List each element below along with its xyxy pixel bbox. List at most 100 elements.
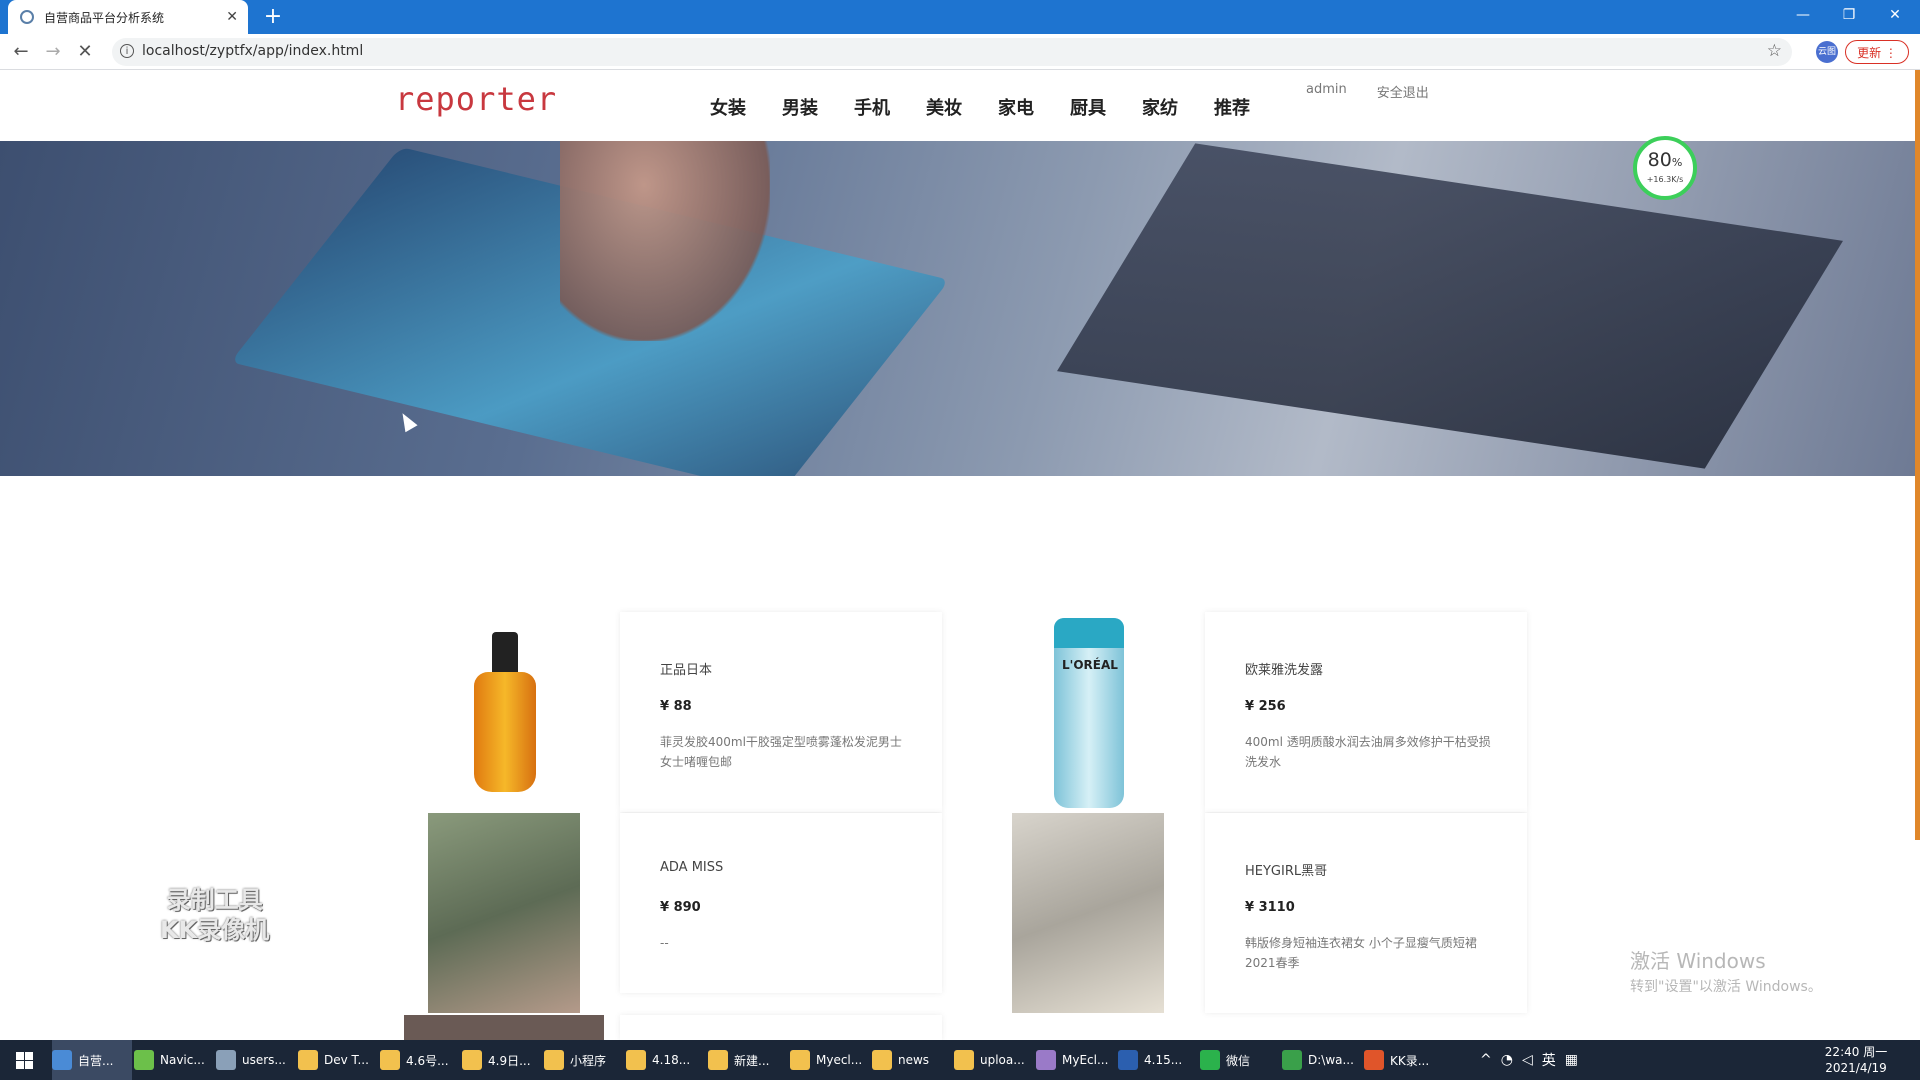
close-window-icon[interactable]: ✕ bbox=[1872, 0, 1918, 34]
taskbar-item[interactable]: Dev T... bbox=[298, 1040, 378, 1080]
taskbar-item-label: 微信 bbox=[1226, 1053, 1251, 1068]
tab-title: 自营商品平台分析系统 bbox=[44, 10, 165, 25]
bookmark-star-icon[interactable]: ☆ bbox=[1767, 41, 1782, 61]
product-card[interactable]: ADA MISS ¥ 890 -- bbox=[620, 813, 942, 993]
watermark-line1: 录制工具 bbox=[166, 886, 263, 914]
tray-chevron-icon[interactable]: ^ bbox=[1480, 1052, 1492, 1068]
taskbar-item[interactable]: 新建... bbox=[708, 1040, 788, 1080]
nav-item-mens[interactable]: 男装 bbox=[782, 94, 854, 120]
taskbar-app-icon bbox=[626, 1050, 646, 1070]
tray-volume-icon[interactable]: ◁ bbox=[1522, 1052, 1533, 1068]
banner-hand-shape bbox=[560, 141, 770, 341]
product-image[interactable] bbox=[404, 612, 604, 812]
ime-indicator[interactable]: 英 bbox=[1542, 1050, 1556, 1070]
nav-item-recommended[interactable]: 推荐 bbox=[1214, 94, 1286, 120]
taskbar-item-label: uploa... bbox=[980, 1053, 1025, 1067]
shampoo-bottle-icon: L'ORÉAL bbox=[1054, 618, 1124, 808]
taskbar-item[interactable]: 微信 bbox=[1200, 1040, 1280, 1080]
logout-link[interactable]: 安全退出 bbox=[1377, 82, 1429, 101]
taskbar-item[interactable]: 自营... bbox=[52, 1040, 132, 1080]
taskbar-item-label: Myecl... bbox=[816, 1053, 863, 1067]
taskbar-item[interactable]: Myecl... bbox=[790, 1040, 870, 1080]
product-name[interactable]: 欧莱雅洗发露 bbox=[1245, 659, 1323, 678]
product-image[interactable] bbox=[988, 813, 1188, 1013]
windows-activation-watermark: 激活 Windows 转到"设置"以激活 Windows。 bbox=[1630, 945, 1822, 996]
product-desc: 菲灵发胶400ml干胶强定型喷雾蓬松发泥男士女士啫喱包邮 bbox=[660, 735, 902, 769]
windows-start-icon[interactable] bbox=[0, 1040, 46, 1080]
watermark-line2: KK录像机 bbox=[160, 916, 270, 944]
username-link[interactable]: admin bbox=[1306, 82, 1347, 101]
nav-item-womens[interactable]: 女装 bbox=[710, 94, 782, 120]
taskbar-item[interactable]: 小程序 bbox=[544, 1040, 624, 1080]
clock-time: 22:40 周一 bbox=[1824, 1045, 1888, 1059]
extension-icon[interactable]: 云图 bbox=[1816, 41, 1838, 63]
taskbar-app-icon bbox=[1364, 1050, 1384, 1070]
back-icon[interactable]: ← bbox=[8, 40, 34, 64]
page-scrollbar[interactable] bbox=[1915, 70, 1920, 840]
activation-title: 激活 Windows bbox=[1630, 949, 1766, 973]
product-photo bbox=[428, 813, 580, 1013]
banner-laptop-shape bbox=[1057, 143, 1843, 469]
product-card[interactable]: HEYGIRL黑哥 ¥ 3110 韩版修身短袖连衣裙女 小个子显瘦气质短裙202… bbox=[1205, 813, 1527, 1013]
product-name[interactable]: 正品日本 bbox=[660, 659, 712, 678]
taskbar-item[interactable]: users... bbox=[216, 1040, 296, 1080]
taskbar-app-icon bbox=[298, 1050, 318, 1070]
tray-network-icon[interactable]: ◔ bbox=[1501, 1052, 1513, 1068]
taskbar-item[interactable]: KK录... bbox=[1364, 1040, 1444, 1080]
taskbar-item[interactable]: Navic... bbox=[134, 1040, 214, 1080]
product-card[interactable]: 正品日本 ¥ 88 菲灵发胶400ml干胶强定型喷雾蓬松发泥男士女士啫喱包邮 bbox=[620, 612, 942, 812]
taskbar-item-label: 新建... bbox=[734, 1053, 770, 1068]
nav-item-kitchen[interactable]: 厨具 bbox=[1070, 94, 1142, 120]
speed-percent: 80 bbox=[1647, 149, 1672, 171]
update-button[interactable]: 更新 ⋮ bbox=[1845, 40, 1909, 64]
taskbar-item[interactable]: MyEcl... bbox=[1036, 1040, 1116, 1080]
system-tray: ^ ◔ ◁ 英 ▦ bbox=[1480, 1040, 1587, 1080]
taskbar-item[interactable]: 4.18... bbox=[626, 1040, 706, 1080]
url-text[interactable]: localhost/zyptfx/app/index.html bbox=[142, 43, 363, 59]
browser-tab-strip: 自营商品平台分析系统 ✕ + — ❐ ✕ bbox=[0, 0, 1920, 34]
taskbar-item[interactable]: uploa... bbox=[954, 1040, 1034, 1080]
url-field[interactable]: i localhost/zyptfx/app/index.html ☆ bbox=[112, 38, 1792, 66]
taskbar-item[interactable]: 4.6号... bbox=[380, 1040, 460, 1080]
product-name[interactable]: ADA MISS bbox=[660, 860, 723, 875]
taskbar-app-icon bbox=[380, 1050, 400, 1070]
taskbar-item-label: 小程序 bbox=[570, 1053, 607, 1068]
taskbar-item[interactable]: D:\wa... bbox=[1282, 1040, 1362, 1080]
forward-icon[interactable]: → bbox=[40, 40, 66, 64]
taskbar-item[interactable]: 4.15... bbox=[1118, 1040, 1198, 1080]
restore-icon[interactable]: ❐ bbox=[1826, 0, 1872, 34]
site-logo[interactable]: reporter bbox=[395, 80, 557, 118]
product-name[interactable]: HEYGIRL黑哥 bbox=[1245, 860, 1327, 879]
product-image[interactable]: L'ORÉAL bbox=[988, 612, 1188, 812]
taskbar-clock[interactable]: 22:40 周一 2021/4/19 bbox=[1820, 1044, 1892, 1076]
product-card[interactable] bbox=[620, 1015, 942, 1040]
keyboard-icon[interactable]: ▦ bbox=[1565, 1052, 1578, 1068]
site-info-icon[interactable]: i bbox=[120, 44, 134, 58]
network-speed-widget[interactable]: 80% +16.3K/s bbox=[1633, 136, 1697, 200]
product-price: ¥ 88 bbox=[660, 699, 692, 714]
minimize-icon[interactable]: — bbox=[1780, 0, 1826, 34]
product-price: ¥ 890 bbox=[660, 900, 701, 915]
taskbar-item-label: users... bbox=[242, 1053, 286, 1067]
nav-item-beauty[interactable]: 美妆 bbox=[926, 94, 998, 120]
hero-banner-image bbox=[0, 141, 1915, 476]
taskbar-app-icon bbox=[790, 1050, 810, 1070]
close-tab-icon[interactable]: ✕ bbox=[226, 9, 238, 25]
address-bar-row: ← → ✕ i localhost/zyptfx/app/index.html … bbox=[0, 34, 1920, 70]
new-tab-button[interactable]: + bbox=[260, 4, 286, 30]
product-image[interactable] bbox=[404, 813, 604, 1013]
taskbar-app-icon bbox=[1118, 1050, 1138, 1070]
taskbar-item[interactable]: 4.9日... bbox=[462, 1040, 542, 1080]
nav-item-phones[interactable]: 手机 bbox=[854, 94, 926, 120]
taskbar-item[interactable]: news bbox=[872, 1040, 952, 1080]
taskbar-app-icon bbox=[1282, 1050, 1302, 1070]
taskbar-item-label: MyEcl... bbox=[1062, 1053, 1109, 1067]
speed-rate: +16.3K/s bbox=[1646, 175, 1684, 184]
nav-item-appliances[interactable]: 家电 bbox=[998, 94, 1070, 120]
stop-loading-icon[interactable]: ✕ bbox=[72, 40, 98, 64]
taskbar-app-icon bbox=[216, 1050, 236, 1070]
browser-tab[interactable]: 自营商品平台分析系统 ✕ bbox=[8, 0, 248, 34]
product-card[interactable]: 欧莱雅洗发露 ¥ 256 400ml 透明质酸水润去油屑多效修护干枯受损 洗发水 bbox=[1205, 612, 1527, 812]
product-image[interactable] bbox=[404, 1015, 604, 1040]
nav-item-textiles[interactable]: 家纺 bbox=[1142, 94, 1214, 120]
